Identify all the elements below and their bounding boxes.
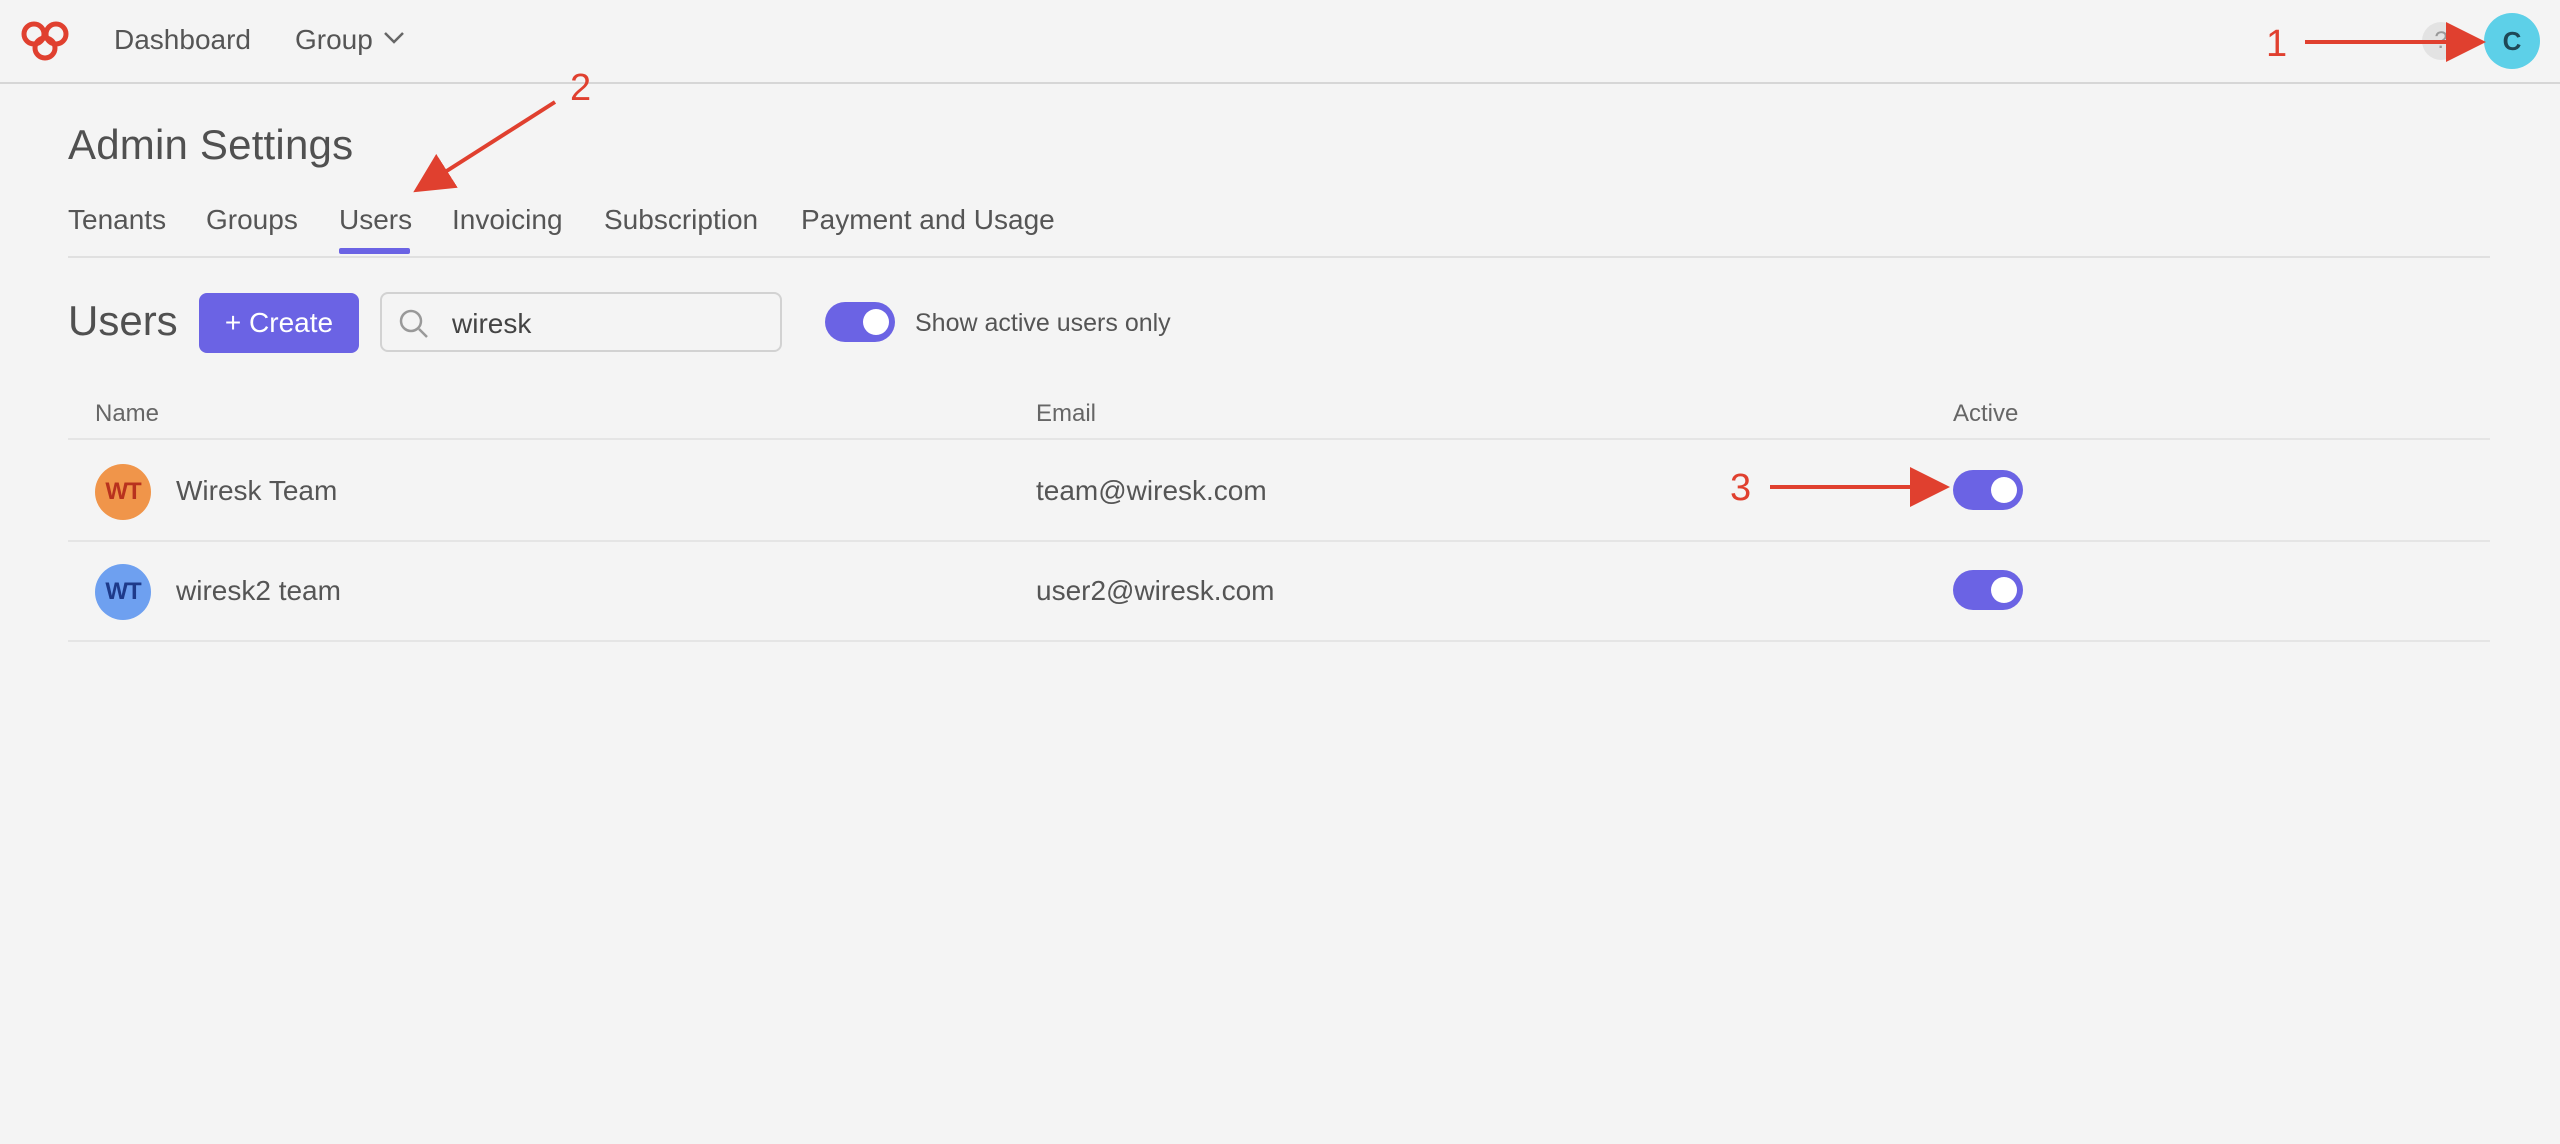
column-header-name: Name xyxy=(95,400,160,427)
app-logo-icon[interactable] xyxy=(18,18,72,62)
search-box xyxy=(380,292,782,352)
page-title: Admin Settings xyxy=(68,121,354,168)
help-button[interactable]: ? xyxy=(2422,22,2460,60)
user-avatar[interactable]: C xyxy=(2484,13,2540,69)
user-active-toggle[interactable] xyxy=(1953,570,2023,610)
search-input[interactable] xyxy=(450,304,764,344)
tab-groups[interactable]: Groups xyxy=(206,200,298,240)
annotation-arrow-2 xyxy=(413,100,557,193)
column-header-active: Active xyxy=(1953,400,2019,427)
user-email: team@wiresk.com xyxy=(1036,475,1267,506)
user-name: wiresk2 team xyxy=(176,575,341,606)
user-name: Wiresk Team xyxy=(176,475,338,506)
settings-tabs: Tenants Groups Users Invoicing Subscript… xyxy=(68,200,2490,258)
column-header-email: Email xyxy=(1036,400,1097,427)
tab-invoicing[interactable]: Invoicing xyxy=(452,200,563,240)
nav-dashboard-link[interactable]: Dashboard xyxy=(114,22,251,58)
tab-payment-and-usage[interactable]: Payment and Usage xyxy=(801,200,1055,240)
create-user-button[interactable]: + Create xyxy=(199,293,359,353)
user-email: user2@wiresk.com xyxy=(1036,575,1275,606)
chevron-down-icon[interactable] xyxy=(383,30,405,46)
annotation-label-2: 2 xyxy=(570,67,592,109)
active-tab-indicator xyxy=(339,248,410,254)
top-navigation-bar: Dashboard Group ? C xyxy=(0,0,2560,84)
active-users-filter-label: Show active users only xyxy=(915,309,1171,337)
user-active-toggle[interactable] xyxy=(1953,470,2023,510)
tab-subscription[interactable]: Subscription xyxy=(604,200,758,240)
nav-group-dropdown[interactable]: Group xyxy=(295,22,373,58)
active-users-filter-toggle[interactable] xyxy=(825,302,895,342)
table-row[interactable]: WT Wiresk Team team@wiresk.com xyxy=(68,440,2490,542)
table-row[interactable]: WT wiresk2 team user2@wiresk.com xyxy=(68,540,2490,642)
search-icon xyxy=(399,309,428,338)
users-section-title: Users xyxy=(68,297,178,344)
annotation-label-1: 1 xyxy=(2266,23,2288,65)
avatar: WT xyxy=(95,564,151,620)
tab-users[interactable]: Users xyxy=(339,200,412,240)
annotation-label-3: 3 xyxy=(1730,467,1752,509)
avatar: WT xyxy=(95,464,151,520)
tab-tenants[interactable]: Tenants xyxy=(68,200,166,240)
